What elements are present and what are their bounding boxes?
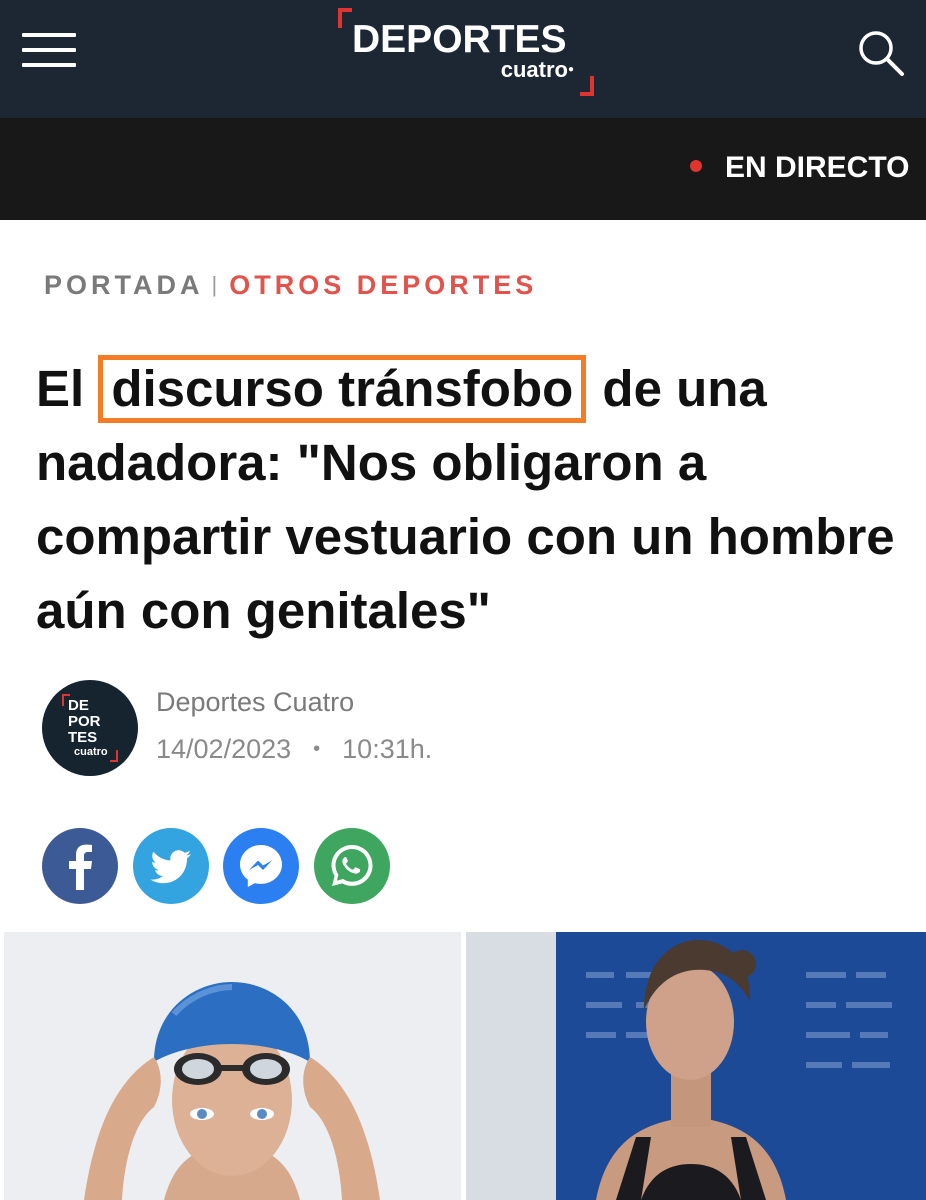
facebook-icon [69, 844, 92, 890]
breadcrumb-home[interactable]: PORTADA [44, 270, 204, 301]
twitter-icon [150, 850, 191, 884]
hamburger-icon[interactable] [22, 33, 76, 67]
logo-subtitle: cuatro● [500, 57, 574, 82]
facebook-share-button[interactable] [42, 828, 118, 904]
twitter-share-button[interactable] [133, 828, 209, 904]
publish-date: 14/02/2023 [156, 734, 292, 764]
live-dot-icon [690, 160, 702, 172]
meta-separator: • [313, 738, 321, 760]
highlighted-phrase: discurso tránsfobo [98, 355, 587, 423]
article-title: El discurso tránsfobo de una nadadora: "… [36, 352, 896, 648]
publish-time: 10:31h. [342, 734, 433, 764]
site-logo[interactable]: DEPORTES cuatro● [338, 8, 594, 96]
avatar-subtext: cuatro [74, 746, 108, 758]
site-header: DEPORTES cuatro● [0, 0, 926, 118]
live-bar: EN DIRECTO [0, 118, 926, 220]
article-photo-left [4, 932, 461, 1200]
logo-wordmark: DEPORTES [352, 18, 567, 61]
author-name[interactable]: Deportes Cuatro [156, 686, 354, 718]
title-start: El [36, 360, 99, 417]
whatsapp-icon [331, 845, 373, 886]
avatar-text-line: DE [68, 697, 89, 714]
article-meta: 14/02/2023 • 10:31h. [156, 733, 432, 765]
search-icon[interactable] [856, 28, 906, 78]
avatar-text-line: POR [68, 713, 101, 730]
article-photo-right [466, 932, 926, 1200]
breadcrumb: PORTADA | OTROS DEPORTES [44, 268, 537, 302]
live-link[interactable]: EN DIRECTO [725, 150, 909, 186]
whatsapp-share-button[interactable] [314, 828, 390, 904]
messenger-share-button[interactable] [223, 828, 299, 904]
breadcrumb-separator: | [211, 272, 218, 297]
messenger-icon [240, 845, 282, 887]
avatar-text-line: TES [68, 729, 98, 746]
breadcrumb-section[interactable]: OTROS DEPORTES [229, 270, 537, 301]
author-avatar[interactable]: DE POR TES cuatro [42, 680, 138, 776]
